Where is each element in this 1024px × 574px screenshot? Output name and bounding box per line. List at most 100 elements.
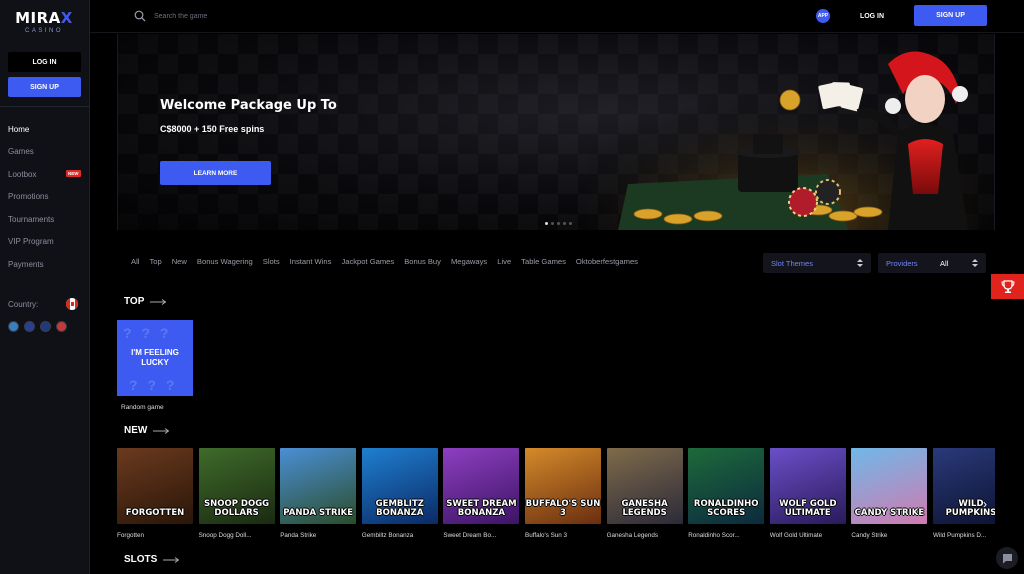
game-card[interactable]: WILD PUMPKINS Wild Pumpkins D...: [933, 448, 995, 539]
sidebar-login-button[interactable]: LOG IN: [8, 52, 81, 72]
section-label: TOP: [124, 296, 145, 307]
game-thumbnail-title: RONALDINHO SCORES: [693, 499, 759, 518]
country-label: Country:: [8, 299, 39, 309]
game-name: Buffalo's Sun 3: [525, 532, 568, 539]
sidebar-item-payments[interactable]: Payments: [8, 253, 86, 276]
tab-table-games[interactable]: Table Games: [521, 257, 566, 266]
sidebar-item-home[interactable]: Home: [8, 118, 86, 141]
carousel-dot[interactable]: [551, 222, 554, 225]
game-card[interactable]: GEMBLITZ BONANZA Gembiltz Bonanza: [361, 448, 438, 539]
tab-new[interactable]: New: [172, 257, 187, 266]
carousel-dot[interactable]: [557, 222, 560, 225]
tab-instant-wins[interactable]: Instant Wins: [290, 257, 332, 266]
tab-all[interactable]: All: [131, 257, 139, 266]
sidebar-item-vip-program[interactable]: VIP Program: [8, 231, 86, 254]
banner-title: Welcome Package Up To: [160, 98, 337, 113]
arrow-right-icon: [150, 298, 167, 305]
language-option-icon[interactable]: [24, 321, 35, 332]
tab-slots[interactable]: Slots: [263, 257, 280, 266]
game-thumbnail-title: GANESHA LEGENDS: [621, 499, 668, 518]
slot-themes-select[interactable]: Slot Themes: [763, 253, 871, 273]
login-button[interactable]: LOG IN: [848, 6, 896, 26]
game-card[interactable]: SWEET DREAM BONANZA Sweet Dream Bo...: [443, 448, 520, 539]
game-thumbnail[interactable]: SNOOP DOGG DOLLARS: [198, 448, 275, 524]
section-title-new[interactable]: NEW: [124, 425, 170, 436]
new-games-row: FORGOTTEN Forgotten SNOOP DOGG DOLLARS Snoo…: [117, 448, 995, 544]
game-thumbnail-title: SNOOP DOGG DOLLARS: [204, 499, 270, 518]
game-thumbnail-title: WOLF GOLD ULTIMATE: [779, 499, 837, 518]
carousel-dot[interactable]: [563, 222, 566, 225]
tab-live[interactable]: Live: [497, 257, 511, 266]
game-name: Ganesha Legends: [606, 532, 659, 539]
carousel-dot[interactable]: [545, 222, 548, 225]
banner-jester-illustration: [588, 34, 994, 230]
game-thumbnail[interactable]: GEMBLITZ BONANZA: [361, 448, 438, 524]
game-thumbnail[interactable]: PANDA STRIKE: [280, 448, 357, 524]
feeling-lucky-tile[interactable]: I'M FEELING LUCKY: [117, 320, 193, 396]
game-card[interactable]: WOLF GOLD ULTIMATE Wolf Gold Ultimate: [769, 448, 846, 539]
game-thumbnail[interactable]: SWEET DREAM BONANZA: [443, 448, 520, 524]
tab-oktoberfestgames[interactable]: Oktoberfestgames: [576, 257, 638, 266]
game-card[interactable]: PANDA STRIKE Panda Strike: [280, 448, 357, 539]
tab-bonus-buy[interactable]: Bonus Buy: [404, 257, 441, 266]
game-card[interactable]: FORGOTTEN Forgotten: [117, 448, 193, 539]
game-thumbnail[interactable]: RONALDINHO SCORES: [688, 448, 765, 524]
tab-top[interactable]: Top: [149, 257, 161, 266]
game-thumbnail[interactable]: FORGOTTEN: [117, 448, 193, 524]
game-card[interactable]: CANDY STRIKE Candy Strike: [851, 448, 928, 539]
game-card[interactable]: GANESHA LEGENDS Ganesha Legends: [606, 448, 683, 539]
chat-icon: [1002, 553, 1012, 563]
country-selector[interactable]: Country:: [8, 298, 78, 310]
new-badge: NEW: [66, 170, 81, 177]
sidebar: MIRAX CASINO LOG IN SIGN UP Home Games L…: [0, 0, 90, 574]
game-name: Snoop Dogg Doll...: [198, 532, 252, 539]
game-thumbnail[interactable]: BUFFALO'S SUN 3: [525, 448, 601, 524]
sidebar-item-games[interactable]: Games: [8, 141, 86, 164]
game-name: Candy Strike: [851, 532, 888, 539]
learn-more-button[interactable]: LEARN MORE: [160, 161, 271, 185]
signup-button[interactable]: SIGN UP: [914, 5, 987, 26]
feeling-lucky-text: I'M FEELING LUCKY: [131, 348, 179, 367]
game-card[interactable]: SNOOP DOGG DOLLARS Snoop Dogg Doll...: [198, 448, 275, 539]
promo-banner[interactable]: Welcome Package Up To C$8000 + 150 Free …: [117, 34, 995, 230]
game-name: Sweet Dream Bo...: [443, 532, 497, 539]
logo-subtitle: CASINO: [24, 28, 63, 34]
language-option-icon[interactable]: [56, 321, 67, 332]
chevron-right-icon[interactable]: ›: [983, 497, 987, 511]
carousel-dot[interactable]: [569, 222, 572, 225]
app-download-button[interactable]: APP: [816, 9, 830, 23]
language-selector: [8, 321, 67, 332]
sidebar-item-tournaments[interactable]: Tournaments: [8, 208, 86, 231]
sidebar-item-lootbox[interactable]: Lootbox NEW: [8, 163, 86, 186]
top-bar: APP LOG IN SIGN UP: [90, 0, 1024, 33]
game-thumbnail[interactable]: WILD PUMPKINS: [933, 448, 995, 524]
providers-select[interactable]: Providers All: [878, 253, 986, 273]
search-input[interactable]: [154, 8, 354, 24]
game-card[interactable]: RONALDINHO SCORES Ronaldinho Scor...: [688, 448, 765, 539]
section-title-top[interactable]: TOP: [124, 296, 167, 307]
category-filter-tabs: All Top New Bonus Wagering Slots Instant…: [131, 257, 648, 266]
game-card[interactable]: BUFFALO'S SUN 3 Buffalo's Sun 3: [525, 448, 601, 539]
section-title-slots[interactable]: SLOTS: [124, 554, 180, 565]
search-icon[interactable]: [134, 10, 146, 22]
sidebar-signup-button[interactable]: SIGN UP: [8, 77, 81, 97]
tournament-trophy-button[interactable]: [991, 274, 1024, 299]
chat-button[interactable]: [996, 547, 1018, 569]
game-thumbnail[interactable]: CANDY STRIKE: [851, 448, 928, 524]
game-thumbnail-title: FORGOTTEN: [125, 508, 185, 518]
logo[interactable]: MIRAX CASINO: [14, 9, 74, 39]
game-name: Wild Pumpkins D...: [933, 532, 987, 539]
game-thumbnail[interactable]: WOLF GOLD ULTIMATE: [769, 448, 846, 524]
language-option-icon[interactable]: [8, 321, 19, 332]
sidebar-nav: Home Games Lootbox NEW Promotions Tournam…: [8, 118, 86, 276]
tab-bonus-wagering[interactable]: Bonus Wagering: [197, 257, 253, 266]
sidebar-item-label: Payments: [8, 259, 44, 269]
game-thumbnail[interactable]: GANESHA LEGENDS: [606, 448, 683, 524]
sidebar-item-label: Home: [8, 124, 30, 134]
sidebar-item-promotions[interactable]: Promotions: [8, 186, 86, 209]
logo-wordmark: MIRAX: [15, 9, 73, 27]
tab-jackpot-games[interactable]: Jackpot Games: [341, 257, 394, 266]
language-option-icon[interactable]: [40, 321, 51, 332]
game-name: Panda Strike: [280, 532, 317, 539]
tab-megaways[interactable]: Megaways: [451, 257, 487, 266]
